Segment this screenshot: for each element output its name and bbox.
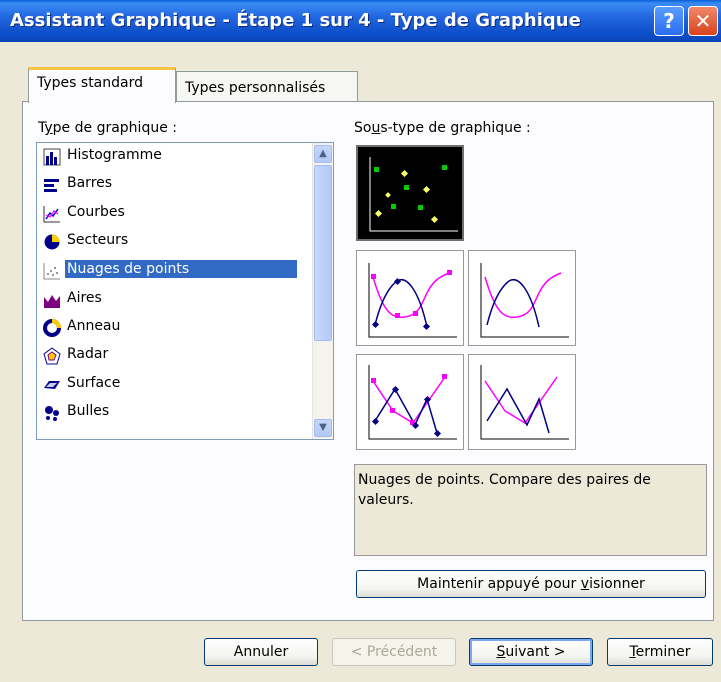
scroll-up-button[interactable]: ▲ (314, 145, 332, 163)
pie-chart-icon (44, 234, 60, 250)
list-item-label: Bulles (67, 403, 110, 419)
list-item-label: Radar (67, 346, 109, 362)
chart-description: Nuages de points. Compare des paires de … (354, 464, 707, 556)
list-item-label: Surface (67, 375, 121, 391)
tab-standard-types[interactable]: Types standard (28, 67, 176, 103)
bar-chart-icon (44, 179, 59, 192)
close-button[interactable]: ✕ (688, 6, 718, 36)
list-item-label: Aires (67, 290, 102, 306)
subtype-label: Sous-type de graphique : (354, 120, 531, 136)
doughnut-chart-icon (43, 319, 61, 337)
list-item-label: Histogramme (67, 147, 162, 163)
list-item[interactable]: Barres (39, 171, 309, 197)
subtype-scatter-smooth-lines-markers[interactable] (356, 250, 464, 346)
title-bar[interactable]: Assistant Graphique - Étape 1 sur 4 - Ty… (0, 0, 721, 42)
finish-button[interactable]: Terminer (607, 638, 713, 666)
list-item[interactable]: Secteurs (39, 228, 309, 254)
window-title: Assistant Graphique - Étape 1 sur 4 - Ty… (10, 10, 581, 31)
list-item[interactable]: Anneau (39, 314, 309, 340)
scatter-straight-thumbnail (480, 365, 569, 440)
scatter-smooth-thumbnail (480, 263, 569, 338)
list-scrollbar[interactable]: ▲ ▼ (312, 143, 333, 439)
list-item[interactable]: Radar (39, 342, 309, 368)
subtype-scatter-straight-lines-markers[interactable] (356, 354, 464, 450)
list-item-label: Barres (67, 175, 113, 191)
chart-type-label: Type de graphique : (38, 120, 177, 136)
bubble-chart-icon (45, 406, 59, 421)
list-item[interactable]: Bulles (39, 399, 309, 425)
list-item[interactable]: Surface (39, 371, 309, 397)
subtype-scatter-straight-lines[interactable] (468, 354, 576, 450)
scroll-thumb[interactable] (314, 165, 332, 341)
scatter-markers-thumbnail (369, 157, 458, 232)
chart-type-list[interactable]: Histogramme Barres Courbes Secteurs Nuag… (36, 142, 334, 440)
help-button[interactable]: ? (654, 6, 684, 36)
radar-chart-icon (43, 347, 61, 365)
list-item-label: Anneau (67, 318, 121, 334)
list-item[interactable]: Courbes (39, 200, 309, 226)
scroll-down-button[interactable]: ▼ (314, 419, 332, 437)
scatter-smooth-markers-thumbnail (368, 263, 457, 338)
surface-chart-icon (44, 381, 60, 389)
list-item-label: Secteurs (67, 232, 129, 248)
scatter-chart-icon (43, 263, 60, 280)
area-chart-icon (44, 295, 60, 308)
tab-custom-types[interactable]: Types personnalisés (176, 71, 358, 103)
subtype-scatter-smooth-lines[interactable] (468, 250, 576, 346)
preview-hold-button[interactable]: Maintenir appuyé pour visionner (356, 570, 706, 598)
list-item-label: Courbes (67, 204, 125, 220)
tab-custom-types-label: Types personnalisés (185, 80, 326, 96)
previous-button[interactable]: < Précédent (332, 638, 456, 666)
list-item[interactable]: Nuages de points (39, 257, 309, 283)
column-chart-icon (43, 148, 61, 166)
list-item[interactable]: Aires (39, 286, 309, 312)
list-item-label: Nuages de points (65, 260, 297, 278)
list-item[interactable]: Histogramme (39, 143, 309, 169)
cancel-button[interactable]: Annuler (204, 638, 318, 666)
chart-wizard-dialog: Assistant Graphique - Étape 1 sur 4 - Ty… (0, 0, 721, 682)
line-chart-icon (43, 206, 60, 223)
tab-standard-types-label: Types standard (37, 75, 143, 91)
next-button[interactable]: Suivant > (469, 638, 593, 666)
scatter-straight-markers-thumbnail (368, 365, 457, 440)
subtype-scatter-markers-only[interactable] (356, 145, 464, 241)
